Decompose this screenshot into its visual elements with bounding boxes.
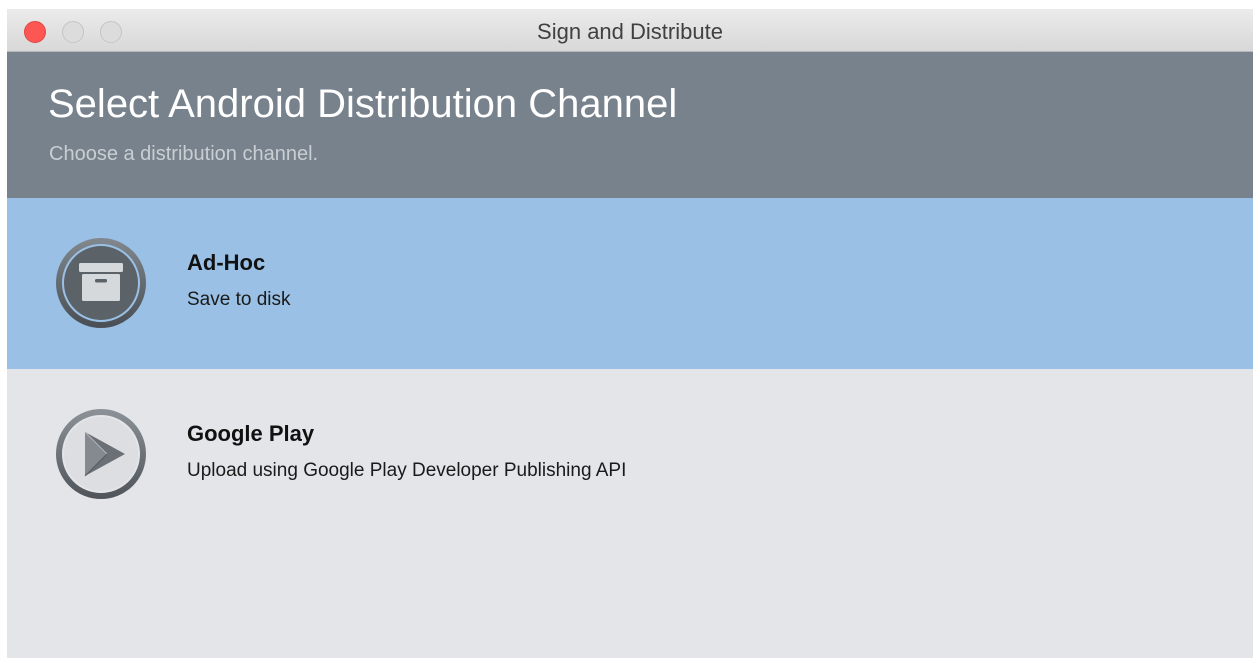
- channel-description: Upload using Google Play Developer Publi…: [187, 460, 627, 481]
- channel-list: Ad-Hoc Save to disk Google Play Upload u…: [7, 198, 1253, 540]
- page-header: Select Android Distribution Channel Choo…: [7, 52, 1253, 198]
- channel-name: Google Play: [187, 421, 315, 446]
- sign-and-distribute-window: Sign and Distribute Select Android Distr…: [7, 9, 1253, 658]
- play-icon: [56, 409, 146, 499]
- window-title: Sign and Distribute: [537, 19, 723, 44]
- channel-item-ad-hoc[interactable]: Ad-Hoc Save to disk: [7, 198, 1253, 369]
- channel-name: Ad-Hoc: [187, 250, 266, 275]
- page-title: Select Android Distribution Channel: [48, 82, 678, 126]
- page-subtitle: Choose a distribution channel.: [49, 143, 319, 165]
- channel-description: Save to disk: [187, 289, 291, 310]
- channel-item-google-play[interactable]: Google Play Upload using Google Play Dev…: [7, 369, 1253, 540]
- archive-box-icon: [56, 238, 146, 328]
- title-bar[interactable]: Sign and Distribute: [7, 9, 1253, 52]
